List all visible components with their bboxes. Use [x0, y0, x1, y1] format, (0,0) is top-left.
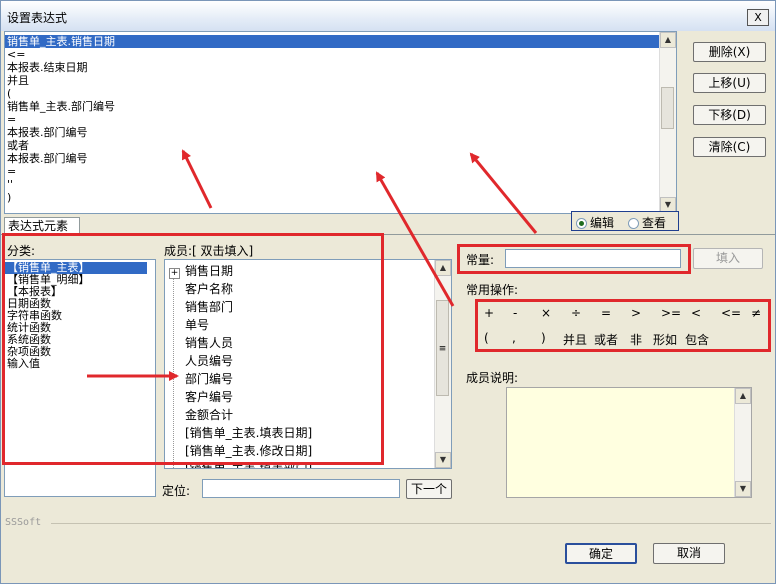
expression-dialog: 设置表达式 X 销售单_主表.销售日期 <= 本报表.结束日期 并且(销售单_主表.部…	[0, 0, 776, 584]
annotation-arrows	[87, 149, 538, 381]
arrow-to-expression-1	[181, 149, 213, 209]
arrow-to-expression-2	[375, 171, 455, 307]
arrow-to-expression-3	[469, 152, 538, 234]
